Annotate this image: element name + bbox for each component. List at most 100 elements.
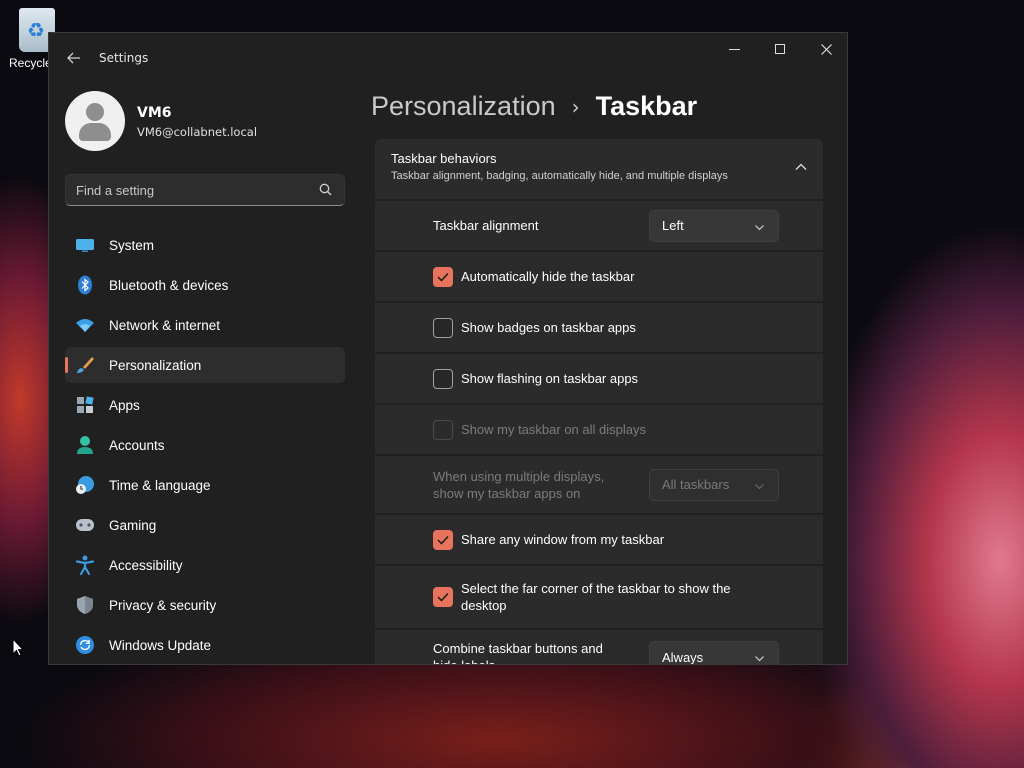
flashing-label: Show flashing on taskbar apps: [461, 371, 639, 386]
chevron-up-icon[interactable]: [795, 161, 807, 173]
taskbar-alignment-dropdown[interactable]: Left: [649, 209, 779, 242]
minimize-button[interactable]: [711, 33, 757, 65]
sidebar-item-label: Accounts: [109, 437, 165, 453]
sidebar-item-label: Apps: [109, 397, 140, 413]
sidebar-item-gaming[interactable]: Gaming: [65, 507, 345, 543]
title-bar[interactable]: Settings: [49, 33, 847, 83]
bluetooth-icon: [75, 275, 95, 295]
section-subtitle: Taskbar alignment, badging, automaticall…: [391, 170, 728, 182]
share-window-checkbox[interactable]: [433, 529, 453, 550]
far-corner-checkbox[interactable]: [433, 587, 453, 607]
all-displays-row: Show my taskbar on all displays: [375, 405, 823, 454]
auto-hide-label: Automatically hide the taskbar: [461, 269, 635, 284]
page-title: Taskbar: [595, 91, 698, 121]
taskbar-alignment-row: Taskbar alignment Left: [375, 201, 823, 250]
flashing-checkbox[interactable]: [433, 368, 453, 389]
maximize-button[interactable]: [757, 33, 803, 65]
multi-display-value: All taskbars: [662, 477, 730, 492]
sidebar-item-personalization[interactable]: Personalization: [65, 347, 345, 383]
person-icon: [75, 435, 95, 455]
taskbar-alignment-label: Taskbar alignment: [433, 218, 539, 233]
sidebar-item-label: Bluetooth & devices: [109, 277, 229, 293]
chevron-down-icon: [755, 483, 764, 489]
close-icon: [820, 43, 832, 55]
globe-clock-icon: [75, 475, 95, 495]
sidebar-item-apps[interactable]: Apps: [65, 387, 345, 423]
search-icon[interactable]: [319, 183, 332, 196]
sidebar-item-label: Privacy & security: [109, 597, 217, 613]
accessibility-icon: [75, 555, 95, 575]
auto-hide-checkbox[interactable]: [433, 266, 453, 287]
window-title: Settings: [99, 51, 149, 65]
all-displays-checkbox: [433, 419, 453, 440]
sidebar-item-time-language[interactable]: Time & language: [65, 467, 345, 503]
sidebar-item-privacy[interactable]: Privacy & security: [65, 587, 345, 623]
settings-window: Settings VM6 VM6@collabnet.local System …: [48, 32, 848, 665]
sidebar-item-windows-update[interactable]: Windows Update: [65, 627, 345, 663]
brush-icon: [75, 355, 95, 375]
sidebar-item-label: Network & internet: [109, 317, 221, 333]
badges-checkbox[interactable]: [433, 317, 453, 338]
sidebar-item-label: Personalization: [109, 357, 202, 373]
checkmark-icon: [437, 535, 449, 545]
monitor-icon: [75, 235, 95, 255]
profile-email: VM6@collabnet.local: [137, 125, 258, 139]
settings-content: Taskbar behaviors Taskbar alignment, bad…: [375, 139, 823, 665]
taskbar-alignment-value: Left: [662, 218, 684, 233]
taskbar-behaviors-header[interactable]: Taskbar behaviors Taskbar alignment, bad…: [375, 139, 823, 199]
combine-buttons-row: Combine taskbar buttons and hide labels …: [375, 630, 823, 665]
sidebar-item-system[interactable]: System: [65, 227, 345, 263]
sidebar-item-accounts[interactable]: Accounts: [65, 427, 345, 463]
share-window-label: Share any window from my taskbar: [461, 532, 665, 547]
profile-name: VM6: [137, 105, 172, 121]
multi-display-label-line2: show my taskbar apps on: [433, 485, 581, 501]
shield-icon: [75, 595, 95, 615]
multi-display-label-line1: When using multiple displays,: [433, 468, 605, 484]
auto-hide-row: Automatically hide the taskbar: [375, 252, 823, 301]
chevron-down-icon: [755, 224, 764, 230]
avatar: [65, 91, 125, 151]
combine-label-line1: Combine taskbar buttons and: [433, 641, 603, 656]
combine-buttons-value: Always: [662, 649, 704, 665]
multi-display-row: When using multiple displays, show my ta…: [375, 456, 823, 513]
combine-buttons-dropdown[interactable]: Always: [649, 641, 779, 665]
sidebar-item-label: Accessibility: [109, 557, 183, 573]
share-window-row: Share any window from my taskbar: [375, 515, 823, 564]
search-box: [65, 174, 345, 206]
all-displays-label: Show my taskbar on all displays: [461, 422, 646, 437]
sidebar-item-accessibility[interactable]: Accessibility: [65, 547, 345, 583]
user-profile[interactable]: VM6 VM6@collabnet.local: [65, 91, 345, 155]
section-title: Taskbar behaviors: [391, 151, 497, 166]
combine-label-line2: hide labels: [433, 657, 603, 664]
sidebar-nav: System Bluetooth & devices Network & int…: [65, 227, 345, 664]
multi-display-dropdown: All taskbars: [649, 468, 779, 501]
sidebar-item-network[interactable]: Network & internet: [65, 307, 345, 343]
flashing-row: Show flashing on taskbar apps: [375, 354, 823, 403]
minimize-icon: [728, 48, 740, 50]
controller-icon: [75, 515, 95, 535]
sidebar-item-bluetooth[interactable]: Bluetooth & devices: [65, 267, 345, 303]
far-corner-label-line2: desktop: [461, 598, 507, 613]
chevron-down-icon: [755, 656, 764, 662]
checkmark-icon: [437, 272, 449, 282]
badges-row: Show badges on taskbar apps: [375, 303, 823, 352]
search-input[interactable]: [66, 175, 344, 205]
checkmark-icon: [437, 592, 449, 602]
sidebar-item-label: Gaming: [109, 517, 157, 533]
breadcrumb: Personalization › Taskbar: [371, 91, 697, 122]
apps-icon: [75, 395, 95, 415]
sidebar-item-label: Windows Update: [109, 637, 212, 653]
arrow-left-icon: [67, 52, 80, 64]
chevron-right-icon: ›: [571, 94, 580, 119]
breadcrumb-parent[interactable]: Personalization: [371, 91, 556, 122]
sidebar-item-label: Time & language: [109, 477, 211, 493]
wifi-icon: [75, 315, 95, 335]
update-icon: [75, 635, 95, 655]
close-button[interactable]: [803, 33, 847, 65]
maximize-icon: [775, 44, 785, 54]
far-corner-row: Select the far corner of the taskbar to …: [375, 566, 823, 628]
far-corner-label-line1: Select the far corner of the taskbar to …: [461, 581, 731, 596]
badges-label: Show badges on taskbar apps: [461, 320, 636, 335]
back-button[interactable]: [63, 47, 85, 69]
sidebar-item-label: System: [109, 237, 155, 253]
